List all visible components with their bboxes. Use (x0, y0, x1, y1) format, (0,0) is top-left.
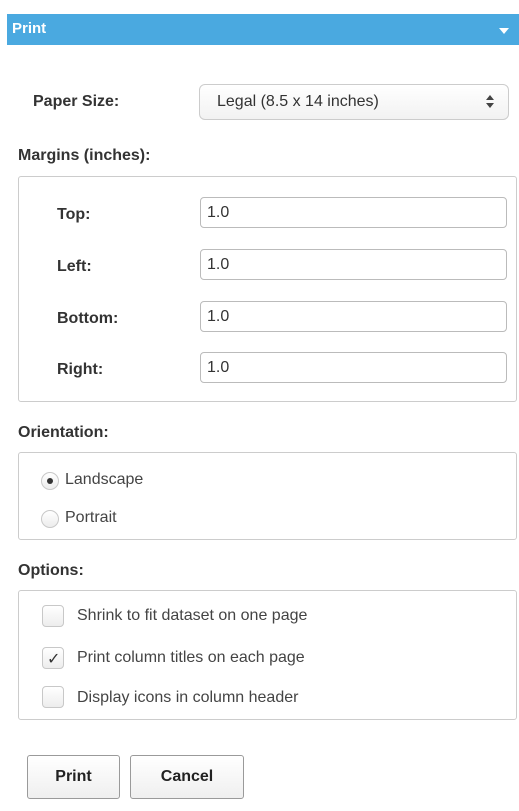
margin-right-input[interactable] (200, 352, 507, 383)
orientation-heading: Orientation: (18, 424, 109, 441)
landscape-label[interactable]: Landscape (65, 471, 143, 489)
print-column-titles-checkbox[interactable]: ✓ (42, 647, 64, 669)
margins-heading: Margins (inches): (18, 147, 151, 164)
checkmark-icon: ✓ (47, 649, 61, 668)
print-button[interactable]: Print (27, 755, 120, 799)
print-panel-header[interactable]: Print (7, 14, 519, 45)
display-icons-checkbox[interactable] (42, 686, 64, 708)
caret-down-icon[interactable] (499, 28, 509, 34)
cancel-button[interactable]: Cancel (130, 755, 244, 799)
options-heading: Options: (18, 562, 84, 579)
margin-left-label: Left: (57, 258, 92, 275)
radio-selected-dot (47, 478, 53, 484)
margin-top-label: Top: (57, 206, 91, 223)
select-arrows-icon (486, 95, 494, 109)
paper-size-selected-value: Legal (8.5 x 14 inches) (217, 93, 379, 110)
shrink-to-fit-checkbox[interactable] (42, 605, 64, 627)
margin-right-label: Right: (57, 361, 104, 378)
portrait-radio[interactable] (41, 510, 59, 528)
margin-left-input[interactable] (200, 249, 507, 280)
shrink-to-fit-label[interactable]: Shrink to fit dataset on one page (77, 607, 307, 625)
margin-bottom-input[interactable] (200, 301, 507, 332)
panel-title: Print (12, 20, 47, 37)
landscape-radio[interactable] (41, 472, 59, 490)
print-column-titles-label[interactable]: Print column titles on each page (77, 649, 305, 667)
portrait-label[interactable]: Portrait (65, 509, 117, 527)
margin-bottom-label: Bottom: (57, 310, 119, 327)
paper-size-select[interactable]: Legal (8.5 x 14 inches) (199, 84, 509, 120)
display-icons-label[interactable]: Display icons in column header (77, 689, 298, 707)
margin-top-input[interactable] (200, 197, 507, 228)
paper-size-label: Paper Size: (33, 93, 120, 110)
